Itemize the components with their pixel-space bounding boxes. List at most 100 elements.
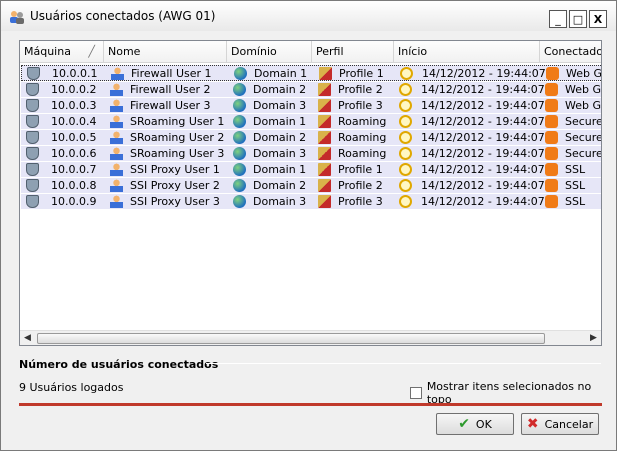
start-cell: 14/12/2012 - 19:44:07 (421, 163, 545, 176)
connection-icon (545, 163, 558, 176)
show-selected-checkbox[interactable] (410, 387, 422, 399)
user-icon (110, 147, 123, 160)
window-title: Usuários conectados (AWG 01) (30, 9, 216, 23)
users-list[interactable]: Máquina ╱ Nome Domínio Perfil Início Con… (19, 40, 602, 346)
name-cell: SRoaming User 2 (130, 131, 225, 144)
scrollbar-thumb[interactable] (37, 333, 545, 344)
profile-icon (318, 195, 331, 208)
scroll-left-icon[interactable]: ◀ (20, 331, 35, 345)
profile-cell: Profile 1 (339, 67, 384, 80)
connected-cell: Secure (565, 131, 602, 144)
profile-cell: Roaming (338, 115, 387, 128)
table-row[interactable]: 10.0.0.5 SRoaming User 2 Domain 2 Roaming 14… (21, 129, 602, 145)
globe-icon (233, 179, 246, 192)
machine-cell: 10.0.0.9 (51, 195, 97, 208)
machine-cell: 10.0.0.2 (51, 83, 97, 96)
domain-cell: Domain 2 (253, 131, 307, 144)
name-cell: SRoaming User 1 (130, 115, 225, 128)
shield-icon (26, 83, 39, 96)
clock-icon (399, 83, 412, 96)
machine-cell: 10.0.0.8 (51, 179, 97, 192)
minimize-button[interactable]: _ (549, 10, 567, 28)
window-controls: _ □ X (549, 10, 607, 28)
machine-cell: 10.0.0.7 (51, 163, 97, 176)
shield-icon (26, 195, 39, 208)
column-header-name[interactable]: Nome (104, 41, 227, 63)
user-icon (111, 67, 124, 80)
table-row[interactable]: 10.0.0.4 SRoaming User 1 Domain 1 Roaming 14… (21, 113, 602, 129)
users-icon (9, 9, 25, 25)
user-icon (110, 195, 123, 208)
globe-icon (233, 147, 246, 160)
horizontal-scrollbar[interactable]: ◀ ▶ (20, 330, 601, 345)
clock-icon (399, 147, 412, 160)
domain-cell: Domain 2 (253, 83, 307, 96)
machine-cell: 10.0.0.1 (52, 67, 98, 80)
globe-icon (233, 195, 246, 208)
connection-icon (545, 83, 558, 96)
maximize-button[interactable]: □ (569, 10, 587, 28)
clock-icon (400, 67, 413, 80)
start-cell: 14/12/2012 - 19:44:07 (421, 147, 545, 160)
table-row[interactable]: 10.0.0.6 SRoaming User 3 Domain 3 Roaming 14… (21, 145, 601, 161)
cancel-icon: ✖ (526, 416, 539, 432)
connection-icon (546, 67, 559, 80)
shield-icon (27, 67, 40, 80)
domain-cell: Domain 3 (253, 99, 307, 112)
user-icon (110, 179, 123, 192)
column-header-label: Máquina (24, 45, 71, 58)
globe-icon (233, 131, 246, 144)
clock-icon (399, 179, 412, 192)
table-row[interactable]: 10.0.0.8 SSI Proxy User 2 Domain 2 Profile … (21, 177, 601, 193)
connection-icon (545, 131, 558, 144)
column-header-start[interactable]: Início (394, 41, 540, 63)
name-cell: Firewall User 2 (130, 83, 211, 96)
name-cell: Firewall User 3 (130, 99, 211, 112)
name-cell: SSI Proxy User 3 (130, 195, 220, 208)
column-header-connected[interactable]: Conectado (540, 41, 601, 63)
connected-cell: Secure (565, 115, 602, 128)
dialog-window: Usuários conectados (AWG 01) _ □ X Máqui… (0, 0, 617, 451)
machine-cell: 10.0.0.5 (51, 131, 97, 144)
connection-icon (545, 147, 558, 160)
shield-icon (26, 179, 39, 192)
name-cell: SSI Proxy User 1 (130, 163, 220, 176)
name-cell: SRoaming User 3 (130, 147, 225, 160)
shield-icon (26, 131, 39, 144)
name-cell: SSI Proxy User 2 (130, 179, 220, 192)
connected-cell: Web G (565, 99, 602, 112)
column-header-machine[interactable]: Máquina ╱ (20, 41, 104, 63)
start-cell: 14/12/2012 - 19:44:07 (421, 195, 545, 208)
profile-icon (318, 163, 331, 176)
section-title: Número de usuários conectados (19, 358, 219, 371)
ok-button[interactable]: ✔ OK (436, 413, 514, 435)
connected-cell: Web G (565, 83, 602, 96)
user-icon (110, 83, 123, 96)
user-icon (110, 115, 123, 128)
table-row[interactable]: 10.0.0.2 Firewall User 2 Domain 2 Profile 2… (21, 81, 602, 97)
profile-cell: Profile 2 (338, 179, 383, 192)
table-row[interactable]: 10.0.0.7 SSI Proxy User 1 Domain 1 Profile … (21, 161, 601, 177)
profile-cell: Profile 1 (338, 163, 383, 176)
user-icon (110, 131, 123, 144)
scroll-right-icon[interactable]: ▶ (586, 331, 601, 345)
accent-divider (19, 403, 602, 406)
connected-cell: SSL (565, 195, 586, 208)
clock-icon (399, 99, 412, 112)
profile-icon (318, 83, 331, 96)
user-icon (110, 163, 123, 176)
machine-cell: 10.0.0.6 (51, 147, 97, 160)
title-bar[interactable]: Usuários conectados (AWG 01) _ □ X (1, 1, 616, 31)
column-header-profile[interactable]: Perfil (312, 41, 394, 63)
column-header-domain[interactable]: Domínio (227, 41, 312, 63)
cancel-button[interactable]: ✖ Cancelar (521, 413, 599, 435)
table-row[interactable]: 10.0.0.9 SSI Proxy User 3 Domain 3 Profile … (21, 193, 601, 209)
connection-icon (545, 115, 558, 128)
connection-icon (545, 195, 558, 208)
close-button[interactable]: X (589, 10, 607, 28)
check-icon: ✔ (458, 416, 470, 432)
clock-icon (399, 195, 412, 208)
table-row[interactable]: 10.0.0.3 Firewall User 3 Domain 3 Profile 3… (21, 97, 602, 113)
table-row[interactable]: 10.0.0.1 Firewall User 1 Domain 1 Profile 1… (21, 65, 601, 81)
machine-cell: 10.0.0.3 (51, 99, 97, 112)
